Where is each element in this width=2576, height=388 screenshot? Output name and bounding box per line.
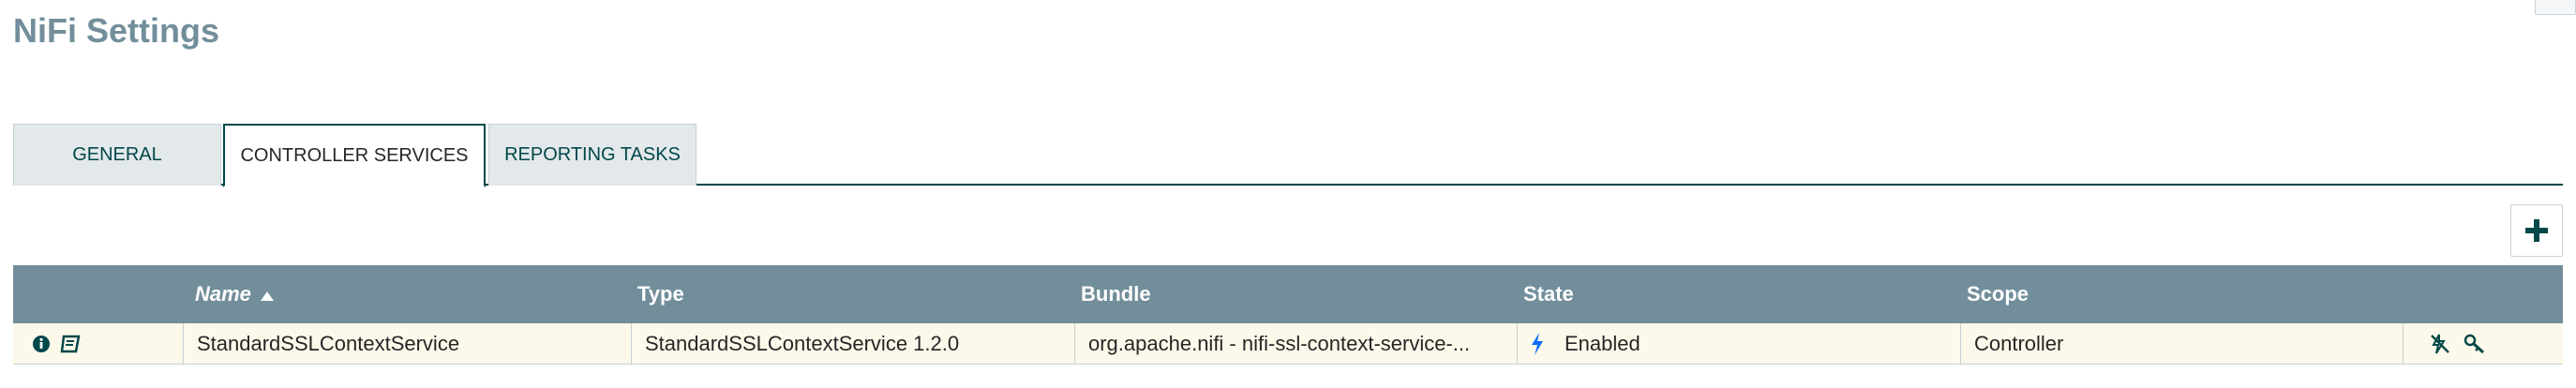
- tab-controller-services[interactable]: CONTROLLER SERVICES: [223, 124, 486, 187]
- remove-icon[interactable]: [2464, 334, 2486, 354]
- info-icon[interactable]: [32, 335, 51, 353]
- disable-icon[interactable]: [2430, 334, 2450, 354]
- column-header-bundle[interactable]: Bundle: [1075, 265, 1518, 323]
- usage-doc-icon[interactable]: [60, 335, 81, 353]
- tab-reporting-tasks[interactable]: REPORTING TASKS: [488, 124, 696, 186]
- plus-icon: [2524, 217, 2550, 244]
- table-header: Name Type Bundle State Scope: [13, 265, 2563, 323]
- column-header-scope-label: Scope: [1967, 282, 2029, 306]
- row-icons-cell: [13, 323, 184, 365]
- service-state-label: Enabled: [1565, 332, 1640, 355]
- enabled-lightning-icon: [1531, 333, 1544, 355]
- row-actions-cell: [2404, 323, 2563, 365]
- add-controller-service-button[interactable]: [2510, 204, 2563, 257]
- service-scope: Controller: [1961, 323, 2404, 365]
- service-state: Enabled: [1518, 323, 1961, 365]
- service-name: StandardSSLContextService: [184, 323, 632, 365]
- tab-general[interactable]: GENERAL: [13, 124, 221, 186]
- column-header-bundle-label: Bundle: [1081, 282, 1151, 306]
- column-header-type[interactable]: Type: [632, 265, 1075, 323]
- column-header-type-label: Type: [637, 282, 684, 306]
- column-header-scope[interactable]: Scope: [1961, 265, 2404, 323]
- nifi-settings-page: NiFi Settings GENERAL CONTROLLER SERVICE…: [0, 0, 2576, 388]
- column-header-name-label: Name: [195, 282, 251, 306]
- close-button[interactable]: [2535, 0, 2576, 15]
- table-row[interactable]: StandardSSLContextService StandardSSLCon…: [13, 323, 2563, 365]
- sort-ascending-icon: [260, 282, 274, 306]
- service-type: StandardSSLContextService 1.2.0: [632, 323, 1075, 365]
- column-header-name[interactable]: Name: [189, 265, 632, 323]
- settings-tabs: GENERAL CONTROLLER SERVICES REPORTING TA…: [13, 124, 2563, 187]
- controller-services-table: Name Type Bundle State Scope StandardSSL…: [13, 265, 2563, 365]
- column-header-state[interactable]: State: [1518, 265, 1961, 323]
- page-title: NiFi Settings: [13, 11, 220, 50]
- service-bundle: org.apache.nifi - nifi-ssl-context-servi…: [1075, 323, 1518, 365]
- column-header-state-label: State: [1523, 282, 1574, 306]
